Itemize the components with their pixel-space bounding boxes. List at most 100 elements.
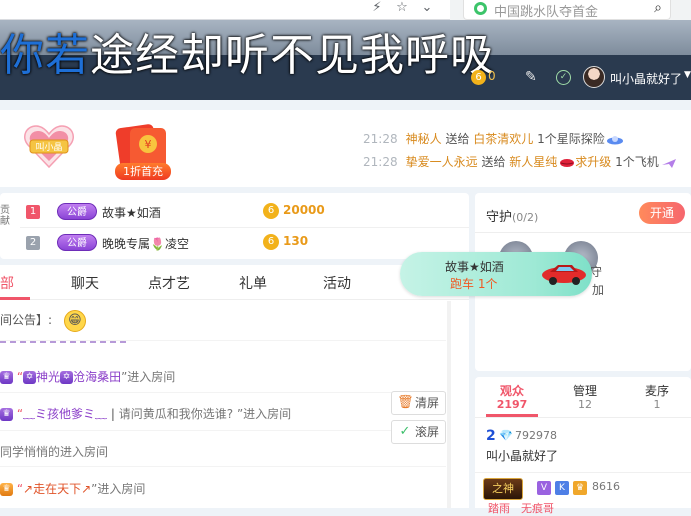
viewer-level: 2 [486,428,496,444]
viewer-name[interactable]: 踏雨 无痕哥 [488,500,554,516]
star-icon[interactable]: ☆ [393,0,411,18]
coin-badge-icon: 6 [471,70,486,85]
star-badge-icon: ✡ [60,371,74,384]
first-recharge-button[interactable]: 1折首充 [115,163,171,180]
feed-count: 1个 [615,155,635,169]
search-icon[interactable]: ⌕ [654,0,662,16]
audience-panel: 观众 2197 管理 12 麦序 1 2 💎 792978 叫小晶就好了 之神 … [475,377,691,515]
chat-scrollbar[interactable] [447,301,451,508]
viewer-name[interactable]: 叫小晶就好了 [486,447,558,464]
star-badge-icon: ✡ [23,371,37,384]
feed-target[interactable]: 新人星纯 [509,155,557,169]
lyric-overlay-highlight: 你若 [0,30,90,81]
lips-icon [560,158,575,167]
user-menu-chevron-icon[interactable]: ▼ [684,70,691,80]
rank-row[interactable]: 2 公爵 晚晚专属🌷凌空 6 130 [0,228,469,258]
feed-user[interactable]: 神秘人 [406,132,442,146]
feed-time: 21:28 [363,155,398,169]
clear-screen-button[interactable]: 🗑 清屏 [391,391,446,415]
rank-user-name[interactable]: 晚晚专属🌷凌空 [102,235,189,252]
bolt-icon[interactable]: ⚡ [368,0,386,18]
admins-count: 12 [578,398,592,411]
god-badge: 之神 [483,478,523,500]
check-in-icon[interactable]: ✓ [556,70,571,85]
list-item: ♛ “↗走在天下↗”进入房间 [0,475,446,505]
feed-verb: 送给 [481,155,506,169]
coin-icon: 6 [263,234,279,250]
toast-gift: 跑车 1个 [450,275,497,292]
coin-balance: 0 [488,69,496,83]
user-name[interactable]: 叫小晶就好了 [610,70,682,87]
edit-icon[interactable]: ✎ [525,69,537,85]
browser-toolbar: ⚡ ☆ ⌄ 中国跳水队夺首金 ⌕ [0,0,691,20]
admins-tab-label: 管理 [572,384,597,398]
gift-feed-item: 21:28 挚爱一人永远 送给 新人星纯 求升级 1个飞机 [363,153,677,170]
gift-banner: 叫小晶 ¥ [0,110,691,187]
chat-quote: 请问黄瓜和我你选谁? [118,407,234,421]
lyric-overlay-rest: 途经却听不见我呼吸 [90,30,495,81]
audience-count: 2197 [496,398,528,411]
open-guard-button[interactable]: 开通 [639,202,685,224]
spaceship-gift-icon [606,135,623,144]
enter-room-text: ”进入房间 [91,482,146,496]
feed-count: 1个 [537,132,557,146]
crown-icon: ♛ [573,481,587,495]
toast-gift-name: 跑车 [450,277,475,291]
chat-user-name[interactable]: 神光 [36,370,60,384]
feed-time: 21:28 [363,132,398,146]
search-engine-logo-icon [474,2,487,15]
feed-gift: 星际探险 [556,132,605,146]
grin-emoji-icon: 😁 [63,309,86,332]
chat-tabs: 部 聊天 点才艺 礼单 活动 [0,265,469,300]
feed-verb: 送给 [445,132,470,146]
divider [475,417,691,418]
enter-room-text: ”进入房间 [236,407,292,421]
chat-user-name[interactable]: ↗走在天下↗ [23,482,91,496]
tab-admins[interactable]: 管理 12 [555,384,615,412]
mic-queue-count: 1 [653,398,661,411]
rank-value: 20000 [283,203,325,217]
duke-badge: 公爵 [57,234,97,251]
tab-activity[interactable]: 活动 [323,273,351,293]
viewer-id: 792978 [515,429,557,442]
heart-gift-label: 叫小晶 [35,142,62,153]
notice-label: 间公告】: [0,313,53,327]
guard-title: 守护(0/2) [486,206,538,225]
list-item: ♛ “﹏ミ孩他爹ミ﹏ | 请问黄瓜和我你选谁? ”进入房间 [0,397,446,431]
rank-row[interactable]: 1 公爵 故事★如酒 6 20000 [0,197,469,227]
list-item: 同学悄悄的进入房间 [0,437,446,467]
mic-queue-tab-label: 麦序 [644,384,669,398]
rank-number: 2 [26,236,40,250]
toast-gift-count: 1个 [477,277,498,291]
tab-gift-list[interactable]: 礼单 [239,273,267,293]
divider [475,472,691,473]
trash-icon: 🗑 [397,395,414,410]
enter-room-text: ”进入房间 [121,370,176,384]
rank-user-name[interactable]: 故事★如酒 [102,204,161,221]
chat-user-name[interactable]: ﹏ミ孩他爹ミ﹏ [23,407,107,421]
auto-scroll-button[interactable]: ✓ 滚屏 [391,420,446,444]
list-item: ♛ “✡ 神光 ✡ 沧海桑田”进入房间 [0,363,446,393]
chat-panel: 部 聊天 点才艺 礼单 活动 间公告】: 😁 ♛ “✡ 神光 ✡ 沧海桑田”进入房间 … [0,265,469,508]
chat-user-name[interactable]: 沧海桑田 [73,370,121,384]
tab-chat[interactable]: 聊天 [71,273,99,293]
feed-target[interactable]: 白茶清欢儿 [473,132,533,146]
browser-search-box[interactable]: 中国跳水队夺首金 ⌕ [463,0,671,20]
avatar[interactable] [583,66,605,88]
svg-text:¥: ¥ [145,138,152,151]
toast-sender: 故事★如酒 [445,260,504,274]
tab-mic-queue[interactable]: 麦序 1 [627,384,687,412]
airplane-gift-icon [661,158,676,168]
vip-tag: V [537,481,551,495]
tab-all[interactable]: 部 [0,273,14,293]
coin-icon: 6 [263,203,279,219]
chevron-down-icon[interactable]: ⌄ [418,0,436,18]
heart-gift-icon[interactable]: 叫小晶 [22,123,76,171]
tab-talent[interactable]: 点才艺 [148,273,190,293]
guard-count: (0/2) [512,211,539,224]
noble-mini-badge: ♛ [0,371,13,384]
tab-audience[interactable]: 观众 2197 [482,384,542,412]
lyric-overlay-text: 你若途经却听不见我呼吸 [0,30,495,82]
rank-number: 1 [26,205,40,219]
feed-user[interactable]: 挚爱一人永远 [406,155,478,169]
